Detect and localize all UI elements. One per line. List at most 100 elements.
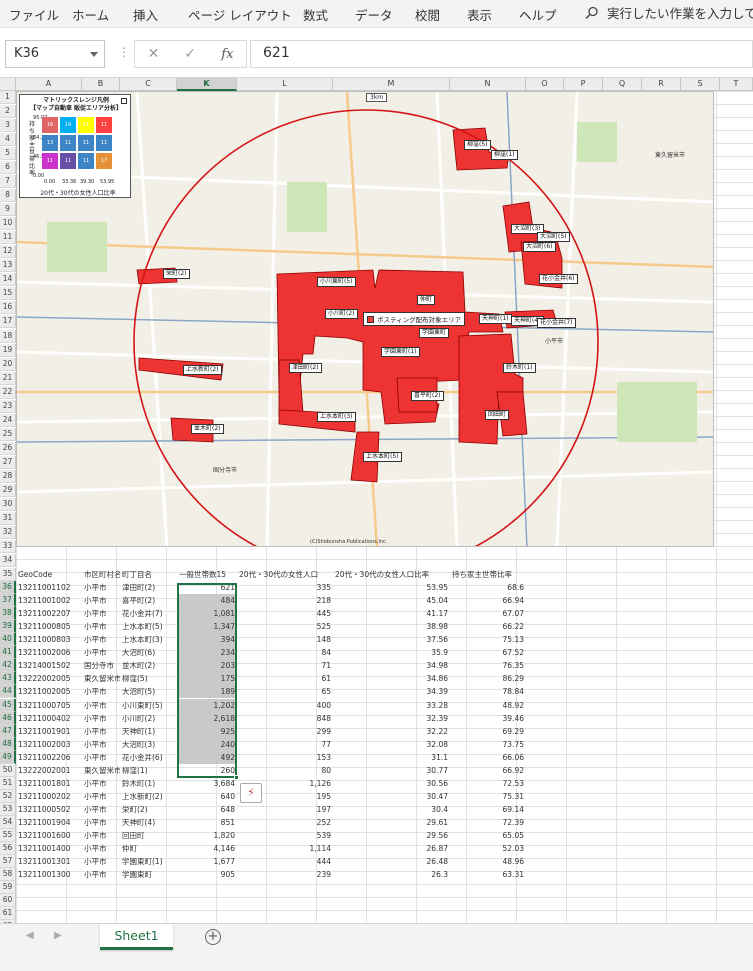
row-header[interactable]: 41 bbox=[0, 646, 16, 660]
row-header[interactable]: 25 bbox=[0, 427, 16, 441]
table-cell[interactable]: 41.17 bbox=[333, 607, 450, 620]
table-cell[interactable]: 小平市 bbox=[82, 699, 120, 712]
table-cell[interactable]: 大沼町(3) bbox=[120, 738, 177, 751]
column-header[interactable]: M bbox=[333, 78, 450, 91]
table-cell[interactable]: 小平市 bbox=[82, 594, 120, 607]
chevron-left-icon[interactable]: ◀ bbox=[26, 930, 34, 941]
table-cell[interactable]: 小平市 bbox=[82, 712, 120, 725]
tab-home[interactable]: ホーム bbox=[72, 5, 109, 24]
row-header[interactable]: 4 bbox=[0, 133, 16, 147]
row-header[interactable]: 36 bbox=[0, 581, 16, 595]
column-header[interactable]: C bbox=[120, 78, 177, 91]
table-cell[interactable]: 38.98 bbox=[333, 620, 450, 633]
tab-review[interactable]: 校閲 bbox=[415, 5, 440, 24]
table-cell[interactable]: 68.6 bbox=[450, 581, 526, 594]
row-header[interactable]: 27 bbox=[0, 455, 16, 469]
row-header[interactable]: 38 bbox=[0, 607, 16, 621]
table-cell[interactable]: 13211002207 bbox=[16, 607, 82, 620]
table-cell[interactable]: 34.39 bbox=[333, 685, 450, 698]
table-cell[interactable]: 400 bbox=[237, 699, 333, 712]
table-cell[interactable]: 13211001300 bbox=[16, 868, 82, 881]
table-cell[interactable]: 小平市 bbox=[82, 829, 120, 842]
column-header[interactable]: O bbox=[526, 78, 564, 91]
tab-data[interactable]: データ bbox=[355, 5, 393, 24]
table-cell[interactable]: 13211001904 bbox=[16, 816, 82, 829]
table-cell[interactable]: 29.61 bbox=[333, 816, 450, 829]
table-cell[interactable]: 20代・30代の女性人口 bbox=[237, 568, 333, 581]
formula-input[interactable]: 621 bbox=[250, 40, 753, 68]
table-cell[interactable]: 東久留米市 bbox=[82, 764, 120, 777]
table-cell[interactable]: 29.56 bbox=[333, 829, 450, 842]
row-header[interactable]: 47 bbox=[0, 724, 16, 738]
name-box[interactable]: K36 bbox=[5, 40, 105, 68]
table-cell[interactable]: 並木町(2) bbox=[120, 659, 177, 672]
row-header[interactable]: 26 bbox=[0, 441, 16, 455]
table-cell[interactable]: 学園東町 bbox=[120, 868, 177, 881]
quick-analysis-icon[interactable]: ⚡ bbox=[240, 783, 262, 803]
row-header[interactable]: 39 bbox=[0, 620, 16, 634]
table-cell[interactable]: 252 bbox=[237, 816, 333, 829]
row-header[interactable]: 20 bbox=[0, 357, 16, 371]
selected-cell[interactable]: 240 bbox=[177, 737, 237, 751]
row-header[interactable]: 51 bbox=[0, 776, 16, 790]
column-header[interactable]: S bbox=[681, 78, 720, 91]
table-cell[interactable]: 小川東町(5) bbox=[120, 699, 177, 712]
table-cell[interactable]: 大沼町(5) bbox=[120, 685, 177, 698]
table-cell[interactable]: 525 bbox=[237, 620, 333, 633]
table-cell[interactable]: 30.56 bbox=[333, 777, 450, 790]
column-header[interactable]: T bbox=[720, 78, 753, 91]
table-cell[interactable]: 小平市 bbox=[82, 738, 120, 751]
cancel-icon[interactable]: ✕ bbox=[148, 46, 160, 62]
row-header[interactable]: 30 bbox=[0, 497, 16, 511]
table-cell[interactable]: 445 bbox=[237, 607, 333, 620]
row-header[interactable]: 15 bbox=[0, 287, 16, 301]
row-header[interactable]: 34 bbox=[0, 553, 16, 567]
row-header[interactable]: 32 bbox=[0, 525, 16, 539]
table-cell[interactable]: 1,820 bbox=[177, 829, 237, 842]
table-cell[interactable]: 48.92 bbox=[450, 699, 526, 712]
table-cell[interactable]: 26.87 bbox=[333, 842, 450, 855]
table-cell[interactable]: 63.31 bbox=[450, 868, 526, 881]
selected-cell[interactable]: 484 bbox=[177, 594, 237, 608]
row-header[interactable]: 1 bbox=[0, 91, 16, 104]
table-cell[interactable]: 30.4 bbox=[333, 803, 450, 816]
table-cell[interactable]: 61 bbox=[237, 672, 333, 685]
table-cell[interactable]: 86.29 bbox=[450, 672, 526, 685]
selected-cell[interactable]: 175 bbox=[177, 672, 237, 686]
add-sheet-button[interactable]: + bbox=[205, 929, 221, 945]
tab-help[interactable]: ヘルプ bbox=[519, 5, 557, 24]
table-cell[interactable]: 52.03 bbox=[450, 842, 526, 855]
table-cell[interactable]: 小平市 bbox=[82, 803, 120, 816]
table-cell[interactable]: 48.96 bbox=[450, 855, 526, 868]
row-header[interactable]: 3 bbox=[0, 119, 16, 133]
table-cell[interactable]: 67.07 bbox=[450, 607, 526, 620]
table-cell[interactable]: 905 bbox=[177, 868, 237, 881]
row-header[interactable]: 11 bbox=[0, 231, 16, 245]
table-cell[interactable]: 天神町(1) bbox=[120, 725, 177, 738]
table-cell[interactable]: 69.14 bbox=[450, 803, 526, 816]
row-header[interactable]: 59 bbox=[0, 881, 16, 895]
table-cell[interactable]: 大沼町(6) bbox=[120, 646, 177, 659]
selected-cell[interactable]: 1,202 bbox=[177, 698, 237, 712]
selected-cell[interactable]: 203 bbox=[177, 659, 237, 673]
table-cell[interactable]: 3,684 bbox=[177, 777, 237, 790]
selected-cell[interactable]: 189 bbox=[177, 685, 237, 699]
row-header[interactable]: 55 bbox=[0, 829, 16, 842]
table-cell[interactable]: 1,114 bbox=[237, 842, 333, 855]
table-cell[interactable]: 13211000805 bbox=[16, 620, 82, 633]
table-cell[interactable]: 天神町(4) bbox=[120, 816, 177, 829]
table-cell[interactable]: 1,677 bbox=[177, 855, 237, 868]
table-cell[interactable]: 621 bbox=[177, 581, 237, 594]
row-header[interactable]: 40 bbox=[0, 633, 16, 647]
row-header[interactable]: 60 bbox=[0, 894, 16, 908]
table-cell[interactable]: 299 bbox=[237, 725, 333, 738]
column-header[interactable]: N bbox=[450, 78, 526, 91]
table-cell[interactable]: 小川町(2) bbox=[120, 712, 177, 725]
table-cell[interactable]: 鈴木町(1) bbox=[120, 777, 177, 790]
table-cell[interactable]: 34.98 bbox=[333, 659, 450, 672]
table-cell[interactable]: 148 bbox=[237, 633, 333, 646]
table-cell[interactable]: 13211002003 bbox=[16, 738, 82, 751]
row-header[interactable]: 19 bbox=[0, 343, 16, 357]
table-cell[interactable]: 32.08 bbox=[333, 738, 450, 751]
table-cell[interactable]: 13211000803 bbox=[16, 633, 82, 646]
